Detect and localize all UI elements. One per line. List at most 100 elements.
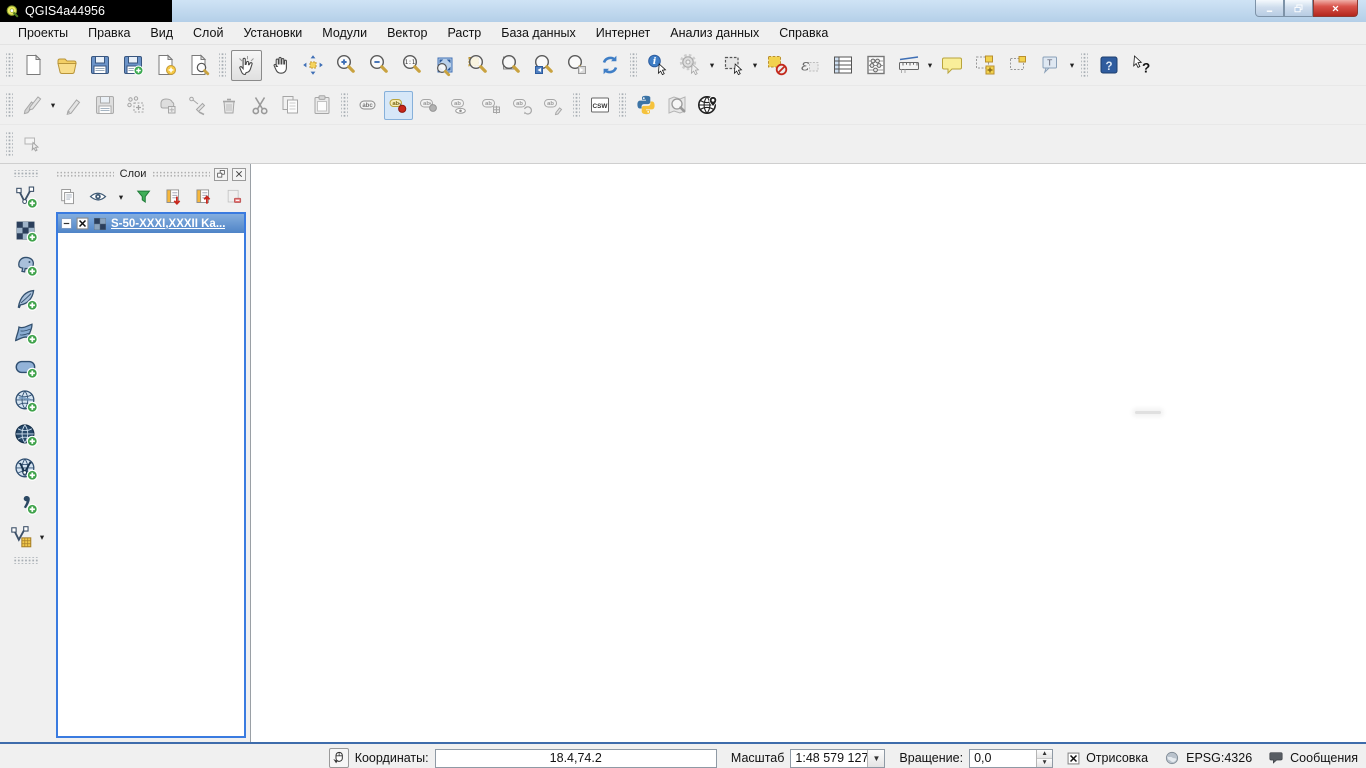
toolbar-handle[interactable] <box>13 170 39 177</box>
menu-edit[interactable]: Правка <box>78 22 140 44</box>
save-project-as-button[interactable] <box>117 50 148 81</box>
filter-legend-button[interactable] <box>132 185 156 209</box>
restore-button[interactable] <box>1284 0 1313 17</box>
menu-projects[interactable]: Проекты <box>8 22 78 44</box>
metasearch-csw-button[interactable]: CSW <box>585 91 614 120</box>
open-styling-dock-button[interactable] <box>56 185 80 209</box>
text-annotation-button[interactable]: T <box>1035 50 1066 81</box>
menu-raster[interactable]: Растр <box>437 22 491 44</box>
current-edits-dropdown-button[interactable] <box>48 100 58 111</box>
show-bookmarks-button[interactable] <box>1002 50 1033 81</box>
map-canvas[interactable] <box>250 164 1366 742</box>
new-shapefile-layer-button[interactable] <box>6 522 36 552</box>
new-print-layout-button[interactable] <box>150 50 181 81</box>
menu-view[interactable]: Вид <box>140 22 183 44</box>
expand-all-button[interactable] <box>162 185 186 209</box>
add-wcs-layer-button[interactable] <box>11 420 41 450</box>
render-checkbox[interactable] <box>1067 752 1080 765</box>
titlebar[interactable]: QGIS4a44956 <box>0 0 1366 22</box>
refresh-map-button[interactable] <box>594 50 625 81</box>
python-console-button[interactable] <box>631 91 660 120</box>
zoom-in-button[interactable] <box>330 50 361 81</box>
menu-web[interactable]: Интернет <box>586 22 661 44</box>
pan-to-selection-button[interactable] <box>297 50 328 81</box>
new-project-button[interactable] <box>18 50 49 81</box>
zoom-next-button[interactable] <box>561 50 592 81</box>
menu-layer[interactable]: Слой <box>183 22 233 44</box>
save-project-button[interactable] <box>84 50 115 81</box>
open-attribute-table-button[interactable] <box>827 50 858 81</box>
rotation-up-button[interactable]: ▲ <box>1037 750 1052 759</box>
add-postgis-layer-button[interactable] <box>11 250 41 280</box>
scale-combo[interactable] <box>790 749 885 768</box>
menu-database[interactable]: База данных <box>491 22 585 44</box>
toolbar-handle[interactable] <box>630 52 637 78</box>
messages-icon[interactable] <box>1268 750 1284 766</box>
menu-help[interactable]: Справка <box>769 22 838 44</box>
zoom-to-layer-button[interactable] <box>495 50 526 81</box>
panel-header-grip[interactable] <box>56 171 114 177</box>
toolbar-handle[interactable] <box>341 92 348 118</box>
layer-item[interactable]: S-50-XXXI,XXXII Ka... <box>58 214 244 233</box>
scale-dropdown-button[interactable] <box>867 750 884 767</box>
zoom-out-button[interactable] <box>363 50 394 81</box>
zoom-native-button[interactable]: 1:1 <box>396 50 427 81</box>
measure-button[interactable] <box>893 50 924 81</box>
text-annotation-dropdown-button[interactable] <box>1067 60 1077 71</box>
menu-processing[interactable]: Анализ данных <box>660 22 769 44</box>
toolbar-handle[interactable] <box>6 92 13 118</box>
add-vector-layer-button[interactable] <box>11 182 41 212</box>
toolbar-handle[interactable] <box>13 557 39 564</box>
layers-panel-header[interactable]: Слои <box>52 164 250 184</box>
layer-label[interactable]: S-50-XXXI,XXXII Ka... <box>111 218 225 230</box>
add-raster-layer-button[interactable] <box>11 216 41 246</box>
identify-features-button[interactable]: i <box>642 50 673 81</box>
measure-dropdown-button[interactable] <box>925 60 935 71</box>
close-button[interactable] <box>1313 0 1358 17</box>
coordinates-input[interactable] <box>435 749 717 768</box>
panel-close-button[interactable] <box>232 168 246 181</box>
crs-label[interactable]: EPSG:4326 <box>1186 751 1252 765</box>
panel-float-button[interactable] <box>214 168 228 181</box>
add-mssql-layer-button[interactable] <box>11 318 41 348</box>
pan-map-button[interactable] <box>264 50 295 81</box>
toolbar-handle[interactable] <box>6 52 13 78</box>
layer-labeling-button[interactable]: abc <box>353 91 382 120</box>
map-tips-button[interactable] <box>936 50 967 81</box>
layout-manager-button[interactable] <box>183 50 214 81</box>
coordinate-tracking-button[interactable] <box>329 748 349 768</box>
add-spatialite-layer-button[interactable] <box>11 284 41 314</box>
manage-map-themes-dropdown-button[interactable] <box>116 192 126 203</box>
messages-label[interactable]: Сообщения <box>1290 751 1358 765</box>
touch-zoom-button[interactable] <box>231 50 262 81</box>
scale-input[interactable] <box>791 750 867 767</box>
toolbar-handle[interactable] <box>1081 52 1088 78</box>
statistical-summary-button[interactable] <box>860 50 891 81</box>
layer-expander[interactable] <box>61 218 72 229</box>
select-features-dropdown-button[interactable] <box>750 60 760 71</box>
whats-this-button[interactable]: ? <box>1126 50 1157 81</box>
layers-tree[interactable]: S-50-XXXI,XXXII Ka... <box>56 212 246 738</box>
select-features-button[interactable] <box>718 50 749 81</box>
zoom-to-selection-button[interactable] <box>462 50 493 81</box>
open-project-button[interactable] <box>51 50 82 81</box>
layer-checkbox[interactable] <box>76 217 89 230</box>
zoom-full-button[interactable] <box>429 50 460 81</box>
help-contents-button[interactable]: ? <box>1093 50 1124 81</box>
toolbar-handle[interactable] <box>219 52 226 78</box>
toolbar-handle[interactable] <box>619 92 626 118</box>
crs-globe-icon[interactable] <box>1164 750 1180 766</box>
menu-plugins[interactable]: Модули <box>312 22 377 44</box>
add-delimited-text-layer-button[interactable] <box>11 488 41 518</box>
menu-settings[interactable]: Установки <box>233 22 312 44</box>
toolbar-handle[interactable] <box>6 131 13 157</box>
new-shapefile-layer-dropdown-button[interactable] <box>37 532 47 543</box>
manage-map-themes-button[interactable] <box>86 185 110 209</box>
new-bookmark-button[interactable] <box>969 50 1000 81</box>
rotation-spinbox[interactable]: ▲▼ <box>969 749 1053 768</box>
collapse-all-button[interactable] <box>192 185 216 209</box>
toolbar-handle[interactable] <box>573 92 580 118</box>
add-wfs-layer-button[interactable] <box>11 454 41 484</box>
add-oracle-layer-button[interactable] <box>11 352 41 382</box>
panel-header-grip[interactable] <box>152 171 210 177</box>
